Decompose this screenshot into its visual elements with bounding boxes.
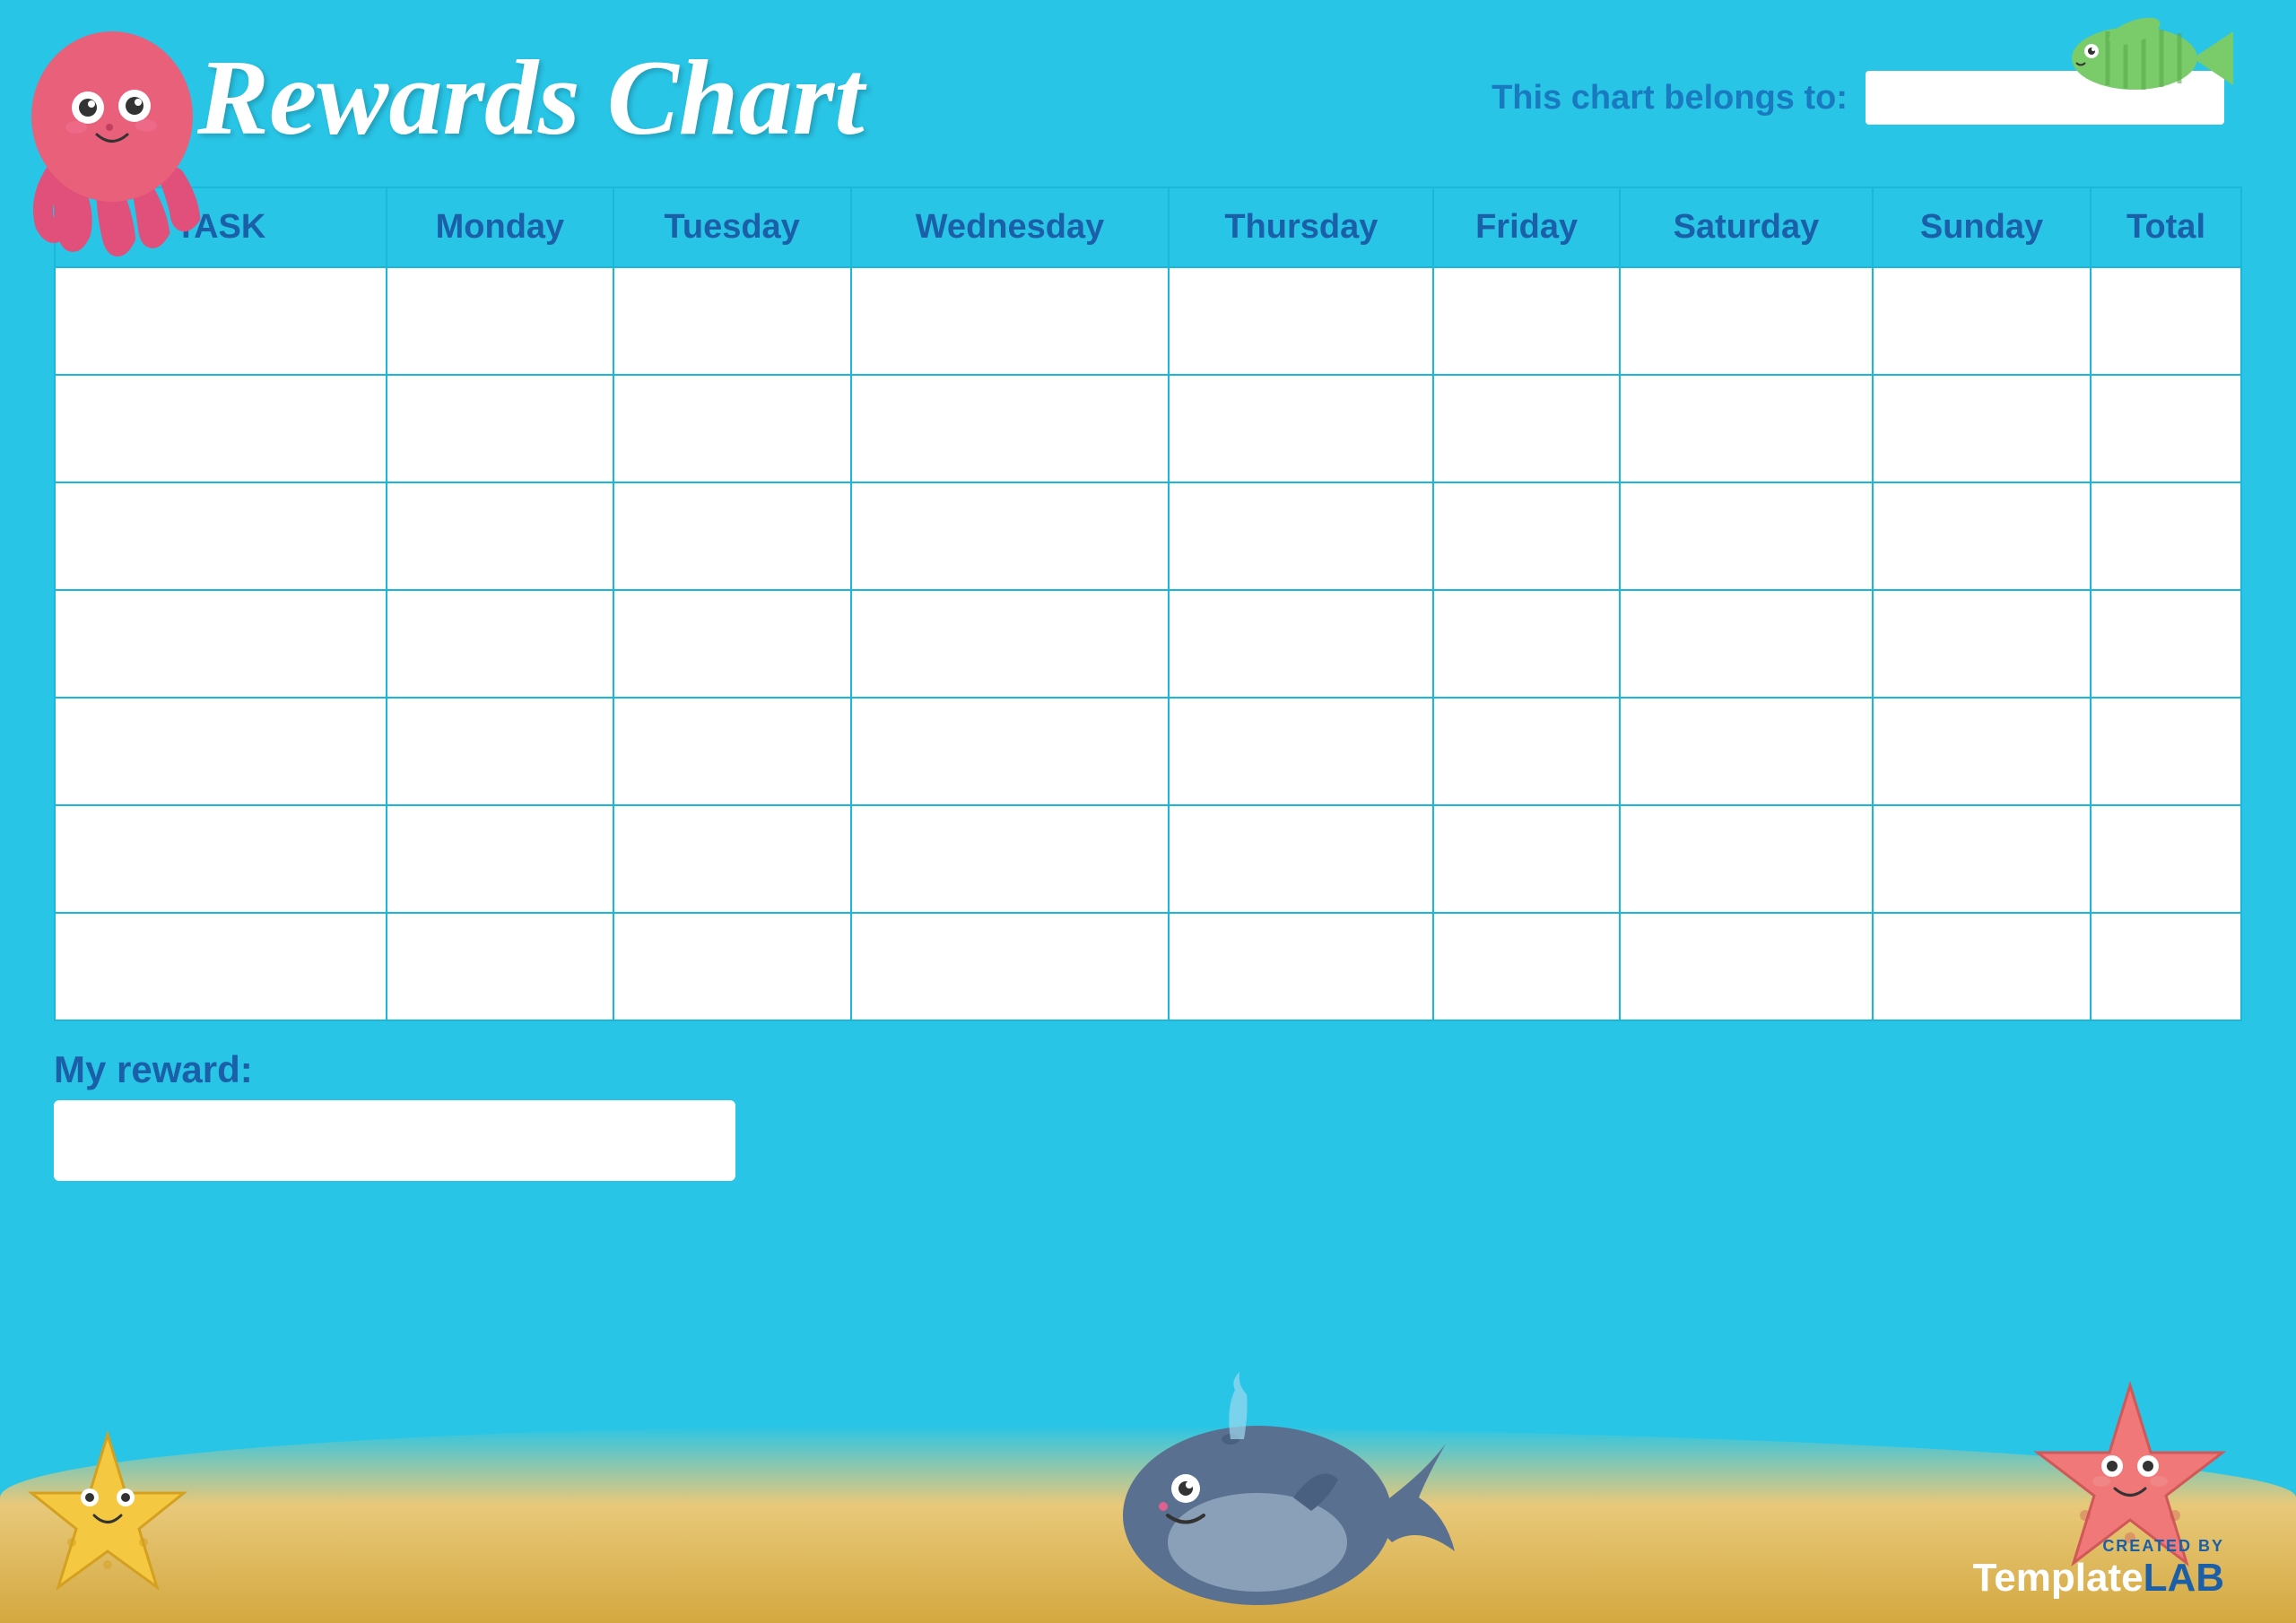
table-row: [55, 590, 2241, 698]
tuesday-cell[interactable]: [613, 913, 851, 1020]
thursday-cell[interactable]: [1169, 590, 1433, 698]
monday-cell[interactable]: [387, 375, 613, 482]
saturday-cell[interactable]: [1620, 482, 1873, 590]
monday-cell[interactable]: [387, 590, 613, 698]
whale-icon: [1114, 1336, 1455, 1623]
thursday-cell[interactable]: [1169, 805, 1433, 913]
reward-section: My reward:: [54, 1048, 735, 1181]
page: Rewards Chart This chart belongs to: TAS…: [0, 0, 2296, 1623]
col-tuesday: Tuesday: [613, 187, 851, 267]
col-sunday: Sunday: [1873, 187, 2091, 267]
saturday-cell[interactable]: [1620, 805, 1873, 913]
sunday-cell[interactable]: [1873, 375, 2091, 482]
sunday-cell[interactable]: [1873, 590, 2091, 698]
friday-cell[interactable]: [1433, 267, 1620, 375]
belongs-label: This chart belongs to:: [1492, 79, 1848, 117]
monday-cell[interactable]: [387, 805, 613, 913]
friday-cell[interactable]: [1433, 482, 1620, 590]
wednesday-cell[interactable]: [851, 698, 1170, 805]
thursday-cell[interactable]: [1169, 482, 1433, 590]
tuesday-cell[interactable]: [613, 375, 851, 482]
friday-cell[interactable]: [1433, 805, 1620, 913]
table-row: [55, 267, 2241, 375]
title-area: Rewards Chart This chart belongs to:: [0, 0, 2296, 178]
saturday-cell[interactable]: [1620, 375, 1873, 482]
fish-icon: [2054, 13, 2251, 103]
monday-cell[interactable]: [387, 267, 613, 375]
total-cell[interactable]: [2091, 482, 2241, 590]
col-friday: Friday: [1433, 187, 1620, 267]
friday-cell[interactable]: [1433, 913, 1620, 1020]
wednesday-cell[interactable]: [851, 913, 1170, 1020]
wednesday-cell[interactable]: [851, 375, 1170, 482]
total-cell[interactable]: [2091, 805, 2241, 913]
thursday-cell[interactable]: [1169, 267, 1433, 375]
octopus-icon: [9, 9, 215, 260]
saturday-cell[interactable]: [1620, 590, 1873, 698]
sunday-cell[interactable]: [1873, 913, 2091, 1020]
thursday-cell[interactable]: [1169, 913, 1433, 1020]
tuesday-cell[interactable]: [613, 590, 851, 698]
total-cell[interactable]: [2091, 267, 2241, 375]
tuesday-cell[interactable]: [613, 698, 851, 805]
thursday-cell[interactable]: [1169, 698, 1433, 805]
table-row: [55, 375, 2241, 482]
tuesday-cell[interactable]: [613, 267, 851, 375]
sunday-cell[interactable]: [1873, 482, 2091, 590]
saturday-cell[interactable]: [1620, 267, 1873, 375]
starfish-left-icon: [18, 1426, 197, 1605]
friday-cell[interactable]: [1433, 375, 1620, 482]
total-cell[interactable]: [2091, 698, 2241, 805]
lab-text: LAB: [2144, 1556, 2224, 1600]
reward-input[interactable]: [54, 1100, 735, 1181]
table-row: [55, 913, 2241, 1020]
monday-cell[interactable]: [387, 482, 613, 590]
saturday-cell[interactable]: [1620, 698, 1873, 805]
total-cell[interactable]: [2091, 590, 2241, 698]
table-header-row: TASK Monday Tuesday Wednesday Thursday F…: [55, 187, 2241, 267]
bottom-area: My reward:: [0, 1039, 2296, 1181]
sunday-cell[interactable]: [1873, 698, 2091, 805]
wednesday-cell[interactable]: [851, 267, 1170, 375]
template-lab-brand: TemplateLAB: [1973, 1556, 2224, 1600]
tuesday-cell[interactable]: [613, 805, 851, 913]
wednesday-cell[interactable]: [851, 805, 1170, 913]
sunday-cell[interactable]: [1873, 805, 2091, 913]
saturday-cell[interactable]: [1620, 913, 1873, 1020]
rewards-table: TASK Monday Tuesday Wednesday Thursday F…: [54, 187, 2242, 1021]
total-cell[interactable]: [2091, 375, 2241, 482]
chart-title: Rewards Chart: [197, 36, 865, 160]
task-cell[interactable]: [55, 805, 387, 913]
monday-cell[interactable]: [387, 913, 613, 1020]
task-cell[interactable]: [55, 267, 387, 375]
wednesday-cell[interactable]: [851, 590, 1170, 698]
col-total: Total: [2091, 187, 2241, 267]
thursday-cell[interactable]: [1169, 375, 1433, 482]
col-thursday: Thursday: [1169, 187, 1433, 267]
reward-label: My reward:: [54, 1048, 735, 1091]
col-wednesday: Wednesday: [851, 187, 1170, 267]
task-cell[interactable]: [55, 913, 387, 1020]
task-cell[interactable]: [55, 482, 387, 590]
task-cell[interactable]: [55, 698, 387, 805]
created-by-label: CREATED BY: [1973, 1537, 2224, 1556]
task-cell[interactable]: [55, 375, 387, 482]
friday-cell[interactable]: [1433, 590, 1620, 698]
template-lab-logo: CREATED BY TemplateLAB: [1973, 1537, 2224, 1601]
col-monday: Monday: [387, 187, 613, 267]
sunday-cell[interactable]: [1873, 267, 2091, 375]
table-container: TASK Monday Tuesday Wednesday Thursday F…: [54, 187, 2242, 1021]
friday-cell[interactable]: [1433, 698, 1620, 805]
task-cell[interactable]: [55, 590, 387, 698]
tuesday-cell[interactable]: [613, 482, 851, 590]
wednesday-cell[interactable]: [851, 482, 1170, 590]
table-row: [55, 805, 2241, 913]
table-row: [55, 482, 2241, 590]
col-saturday: Saturday: [1620, 187, 1873, 267]
total-cell[interactable]: [2091, 913, 2241, 1020]
monday-cell[interactable]: [387, 698, 613, 805]
table-row: [55, 698, 2241, 805]
template-text: Template: [1973, 1556, 2144, 1600]
